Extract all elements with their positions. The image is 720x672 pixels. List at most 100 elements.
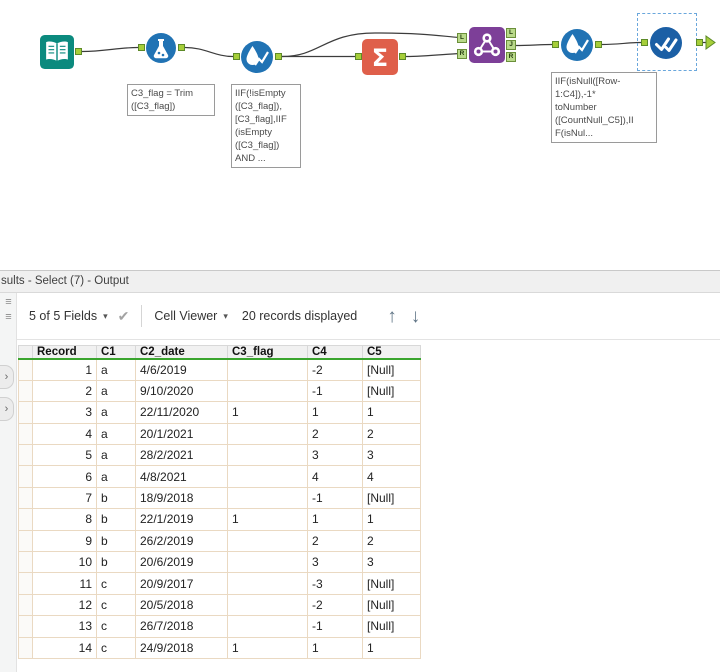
cell[interactable]: a: [96, 465, 136, 488]
row-handle[interactable]: [18, 551, 33, 574]
expand-panel-tab-2[interactable]: ›: [0, 397, 14, 421]
table-row[interactable]: 5 a 28/2/2021 3 3: [18, 444, 421, 467]
cell[interactable]: 20/9/2017: [135, 572, 228, 595]
column-header-record[interactable]: Record: [32, 345, 97, 360]
input-anchor[interactable]: [355, 53, 362, 60]
cell[interactable]: -1: [307, 615, 363, 638]
cell[interactable]: 1: [307, 401, 363, 424]
cell[interactable]: 1: [32, 358, 97, 381]
fields-dropdown[interactable]: 5 of 5 Fields ▾: [29, 309, 108, 323]
cell[interactable]: -1: [307, 379, 363, 403]
cell[interactable]: a: [96, 358, 136, 381]
cell[interactable]: 20/6/2019: [135, 551, 228, 574]
cell[interactable]: 2: [32, 379, 97, 403]
input-data-tool[interactable]: [40, 35, 74, 69]
tool-annotation[interactable]: IIF(isNull([Row- 1:C4]),-1* toNumber ([C…: [551, 72, 657, 143]
cell[interactable]: [227, 465, 308, 488]
expand-panel-tab[interactable]: ›: [0, 365, 14, 389]
cell[interactable]: 3: [32, 401, 97, 424]
cell[interactable]: a: [96, 444, 136, 467]
cell[interactable]: 28/2/2021: [135, 444, 228, 467]
cell[interactable]: [227, 529, 308, 553]
connection[interactable]: [515, 43, 553, 47]
row-handle[interactable]: [18, 529, 33, 553]
column-header-c3_flag[interactable]: C3_flag: [227, 345, 308, 360]
cell[interactable]: 2: [307, 529, 363, 553]
cell[interactable]: 22/11/2020: [135, 401, 228, 424]
cell[interactable]: 3: [307, 551, 363, 574]
input-anchor[interactable]: [641, 39, 648, 46]
cell-viewer-dropdown[interactable]: Cell Viewer ▾: [154, 309, 228, 323]
cell[interactable]: 2: [307, 422, 363, 446]
select-tool[interactable]: [649, 26, 683, 60]
row-handle[interactable]: [18, 486, 33, 510]
connection[interactable]: [601, 41, 642, 46]
join-right-anchor-R[interactable]: R: [506, 52, 516, 62]
cell[interactable]: [227, 551, 308, 574]
workflow-canvas[interactable]: C3_flag = Trim ([C3_flag]) IIF(!isEmpty …: [0, 0, 720, 270]
column-header-c2_date[interactable]: C2_date: [135, 345, 228, 360]
table-row[interactable]: 13 c 26/7/2018 -1 [Null]: [18, 615, 421, 638]
cell[interactable]: 3: [307, 444, 363, 467]
cell[interactable]: a: [96, 401, 136, 424]
list-view-icon[interactable]: ≡: [0, 295, 17, 310]
cell[interactable]: 4/6/2019: [135, 358, 228, 381]
column-header-c1[interactable]: C1: [96, 345, 136, 360]
row-handle[interactable]: [18, 508, 33, 531]
cell[interactable]: 1: [362, 508, 421, 531]
cell[interactable]: [227, 572, 308, 595]
cell[interactable]: 20/5/2018: [135, 593, 228, 617]
row-handle[interactable]: [18, 465, 33, 488]
cell[interactable]: 2: [362, 529, 421, 553]
multi-row-formula-tool-2[interactable]: [560, 28, 594, 62]
cell[interactable]: b: [96, 529, 136, 553]
row-handle[interactable]: [18, 615, 33, 638]
header-corner-cell[interactable]: [18, 345, 33, 360]
output-anchor[interactable]: [399, 53, 406, 60]
cell[interactable]: 1: [362, 401, 421, 424]
connection[interactable]: [405, 52, 460, 58]
input-anchor[interactable]: [552, 41, 559, 48]
cell[interactable]: 7: [32, 486, 97, 510]
table-row[interactable]: 3 a 22/11/2020 1 1 1: [18, 401, 421, 424]
table-row[interactable]: 7 b 18/9/2018 -1 [Null]: [18, 486, 421, 510]
cell[interactable]: [227, 422, 308, 446]
connection[interactable]: [184, 46, 234, 58]
cell[interactable]: [227, 615, 308, 638]
cell[interactable]: 26/7/2018: [135, 615, 228, 638]
cell[interactable]: [Null]: [362, 572, 421, 595]
cell[interactable]: [227, 486, 308, 510]
cell[interactable]: [227, 358, 308, 381]
cell[interactable]: 8: [32, 508, 97, 531]
table-row[interactable]: 11 c 20/9/2017 -3 [Null]: [18, 572, 421, 595]
output-anchor[interactable]: [275, 53, 282, 60]
input-anchor[interactable]: [233, 53, 240, 60]
cell[interactable]: -1: [307, 486, 363, 510]
multi-row-formula-tool[interactable]: [240, 40, 274, 74]
cell[interactable]: c: [96, 636, 136, 659]
row-handle[interactable]: [18, 401, 33, 424]
cell[interactable]: 18/9/2018: [135, 486, 228, 510]
cell[interactable]: 1: [307, 636, 363, 659]
cell[interactable]: 1: [227, 508, 308, 531]
cell[interactable]: 1: [227, 636, 308, 659]
join-right-anchor-J[interactable]: J: [506, 40, 516, 50]
tool-annotation[interactable]: IIF(!isEmpty ([C3_flag]), [C3_flag],IIF …: [231, 84, 301, 168]
table-row[interactable]: 9 b 26/2/2019 2 2: [18, 529, 421, 553]
cell[interactable]: 14: [32, 636, 97, 659]
cell[interactable]: [227, 593, 308, 617]
join-right-anchor-L[interactable]: L: [506, 28, 516, 38]
cell[interactable]: -2: [307, 358, 363, 381]
cell[interactable]: c: [96, 615, 136, 638]
cell[interactable]: 11: [32, 572, 97, 595]
list-view-icon-2[interactable]: ≡: [0, 310, 17, 325]
cell[interactable]: a: [96, 379, 136, 403]
table-row[interactable]: 6 a 4/8/2021 4 4: [18, 465, 421, 488]
cell[interactable]: 4/8/2021: [135, 465, 228, 488]
input-anchor[interactable]: [138, 44, 145, 51]
cell[interactable]: 4: [32, 422, 97, 446]
cell[interactable]: 9: [32, 529, 97, 553]
join-tool[interactable]: [469, 27, 505, 63]
cell[interactable]: 3: [362, 444, 421, 467]
column-header-c4[interactable]: C4: [307, 345, 363, 360]
